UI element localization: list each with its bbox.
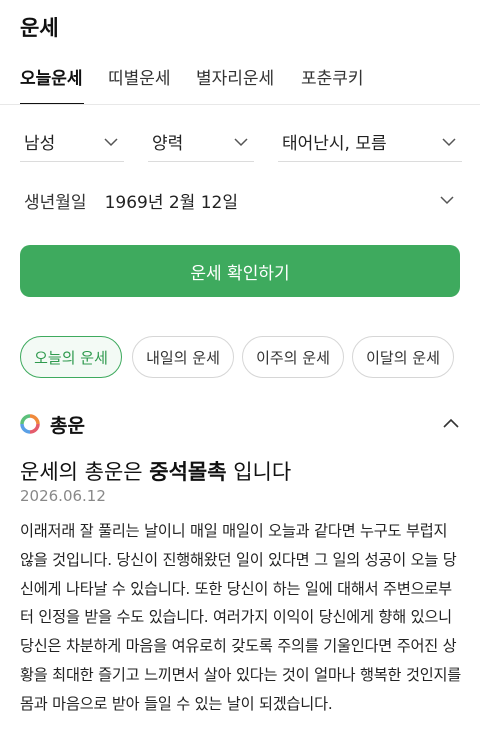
chevron-down-icon bbox=[442, 137, 456, 146]
headline-suffix: 입니다 bbox=[226, 460, 292, 484]
tab-zodiac-animal-fortune[interactable]: 띠별운세 bbox=[108, 64, 171, 89]
tab-fortune-cookie[interactable]: 포춘쿠키 bbox=[301, 64, 364, 89]
tabs-divider bbox=[0, 104, 480, 105]
period-tab-this-month[interactable]: 이달의 운세 bbox=[352, 336, 454, 378]
birth-date-label: 생년월일 bbox=[24, 192, 87, 213]
period-tab-today[interactable]: 오늘의 운세 bbox=[20, 336, 122, 378]
gender-value: 남성 bbox=[24, 134, 56, 154]
fortune-headline: 운세의 총운은 중석몰촉 입니다 bbox=[20, 456, 291, 486]
chevron-up-icon[interactable] bbox=[442, 415, 460, 433]
headline-keyword: 중석몰촉 bbox=[149, 460, 227, 484]
birth-date-select[interactable]: 생년월일 1969년 2월 12일 bbox=[20, 178, 460, 222]
page-title: 운세 bbox=[20, 16, 59, 40]
chevron-down-icon bbox=[440, 196, 454, 205]
chevron-down-icon bbox=[104, 137, 118, 146]
birth-time-value: 태어난시, 모름 bbox=[282, 134, 387, 154]
section-title: 총운 bbox=[50, 414, 85, 437]
headline-prefix: 운세의 총운은 bbox=[20, 460, 150, 484]
period-tab-tomorrow[interactable]: 내일의 운세 bbox=[132, 336, 234, 378]
period-tab-this-week[interactable]: 이주의 운세 bbox=[242, 336, 344, 378]
tab-constellation-fortune[interactable]: 별자리운세 bbox=[196, 64, 274, 89]
birth-time-select[interactable]: 태어난시, 모름 bbox=[278, 122, 462, 162]
tab-today-fortune[interactable]: 오늘운세 bbox=[20, 64, 83, 89]
calendar-type-value: 양력 bbox=[152, 134, 184, 154]
birth-date-value: 1969년 2월 12일 bbox=[104, 192, 239, 213]
check-fortune-button[interactable]: 운세 확인하기 bbox=[20, 245, 460, 297]
total-fortune-header: 총운 bbox=[20, 406, 460, 442]
calendar-type-select[interactable]: 양력 bbox=[148, 122, 254, 162]
chevron-down-icon bbox=[234, 137, 248, 146]
fortune-tabs: 오늘운세 띠별운세 별자리운세 포춘쿠키 bbox=[0, 56, 480, 105]
fortune-ring-icon bbox=[20, 414, 40, 434]
fortune-date: 2026.06.12 bbox=[20, 487, 106, 505]
fortune-description: 이래저래 잘 풀리는 날이니 매일 매일이 오늘과 같다면 누구도 부럽지 않을… bbox=[20, 522, 462, 713]
gender-select[interactable]: 남성 bbox=[20, 122, 124, 162]
